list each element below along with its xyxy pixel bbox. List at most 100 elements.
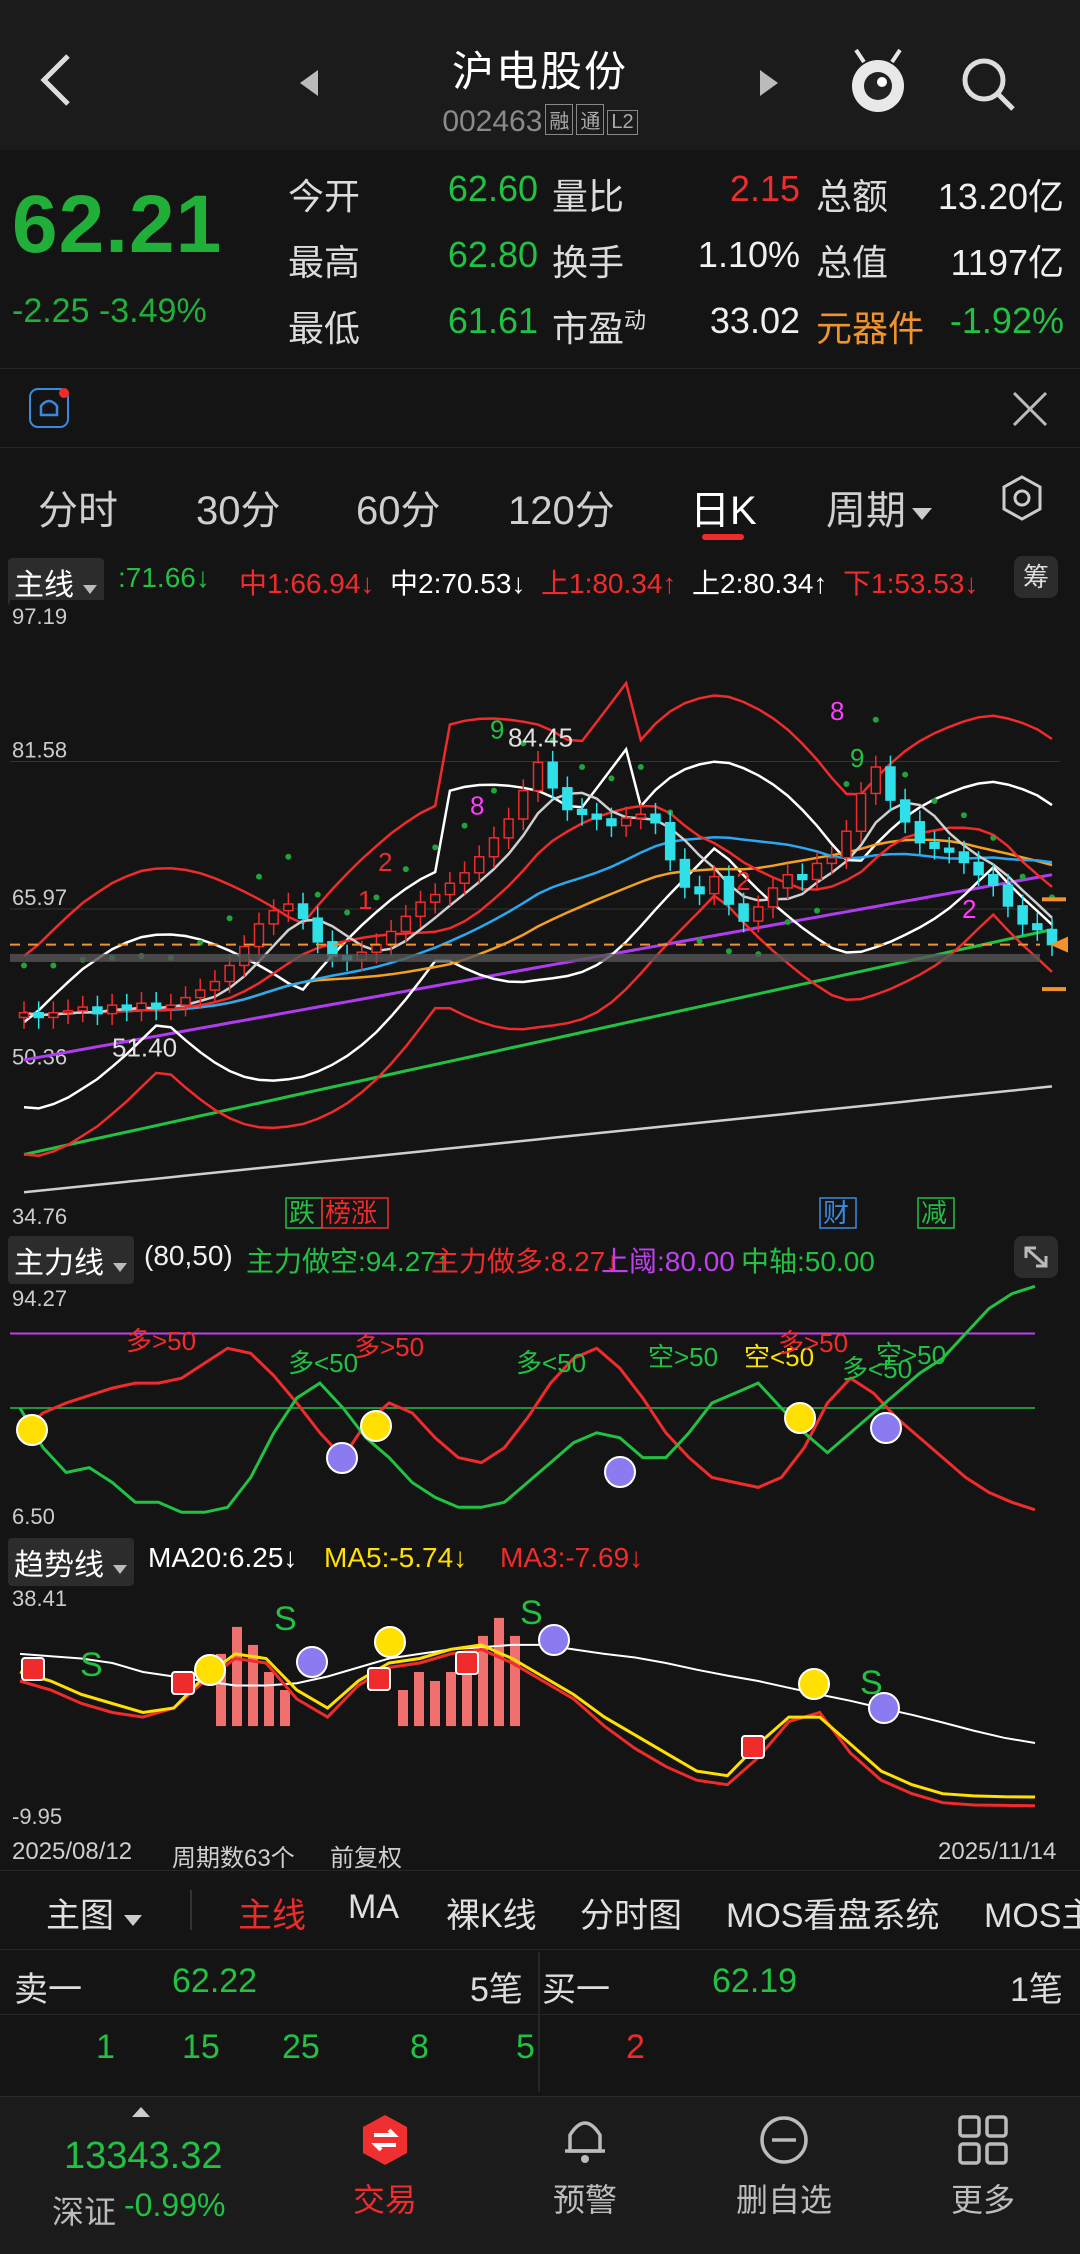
tab-timeshare-chart[interactable]: 分时图 bbox=[580, 1888, 682, 1937]
legend-item: 中轴:50.00 bbox=[741, 1246, 875, 1277]
candle-body bbox=[385, 930, 397, 946]
candle-body bbox=[973, 861, 984, 876]
buy1-price[interactable]: 62.19 bbox=[712, 1962, 797, 2001]
tab-period[interactable]: 周期 bbox=[826, 478, 934, 536]
bell-notice-icon[interactable] bbox=[28, 387, 72, 431]
nav-trade[interactable]: 交易 bbox=[315, 2175, 455, 2221]
trend-bar bbox=[264, 1671, 274, 1727]
candle-body bbox=[899, 799, 911, 823]
last-price: 62.21 bbox=[12, 179, 223, 270]
main-candlestick-chart[interactable]: 97.1981.5865.9750.3634.7684.4551.4012898… bbox=[0, 600, 1080, 1230]
sub1-indicator-selector[interactable]: 主力线 bbox=[8, 1236, 135, 1284]
tab-mos-main[interactable]: MOS主 bbox=[984, 1888, 1080, 1937]
main-chart-dropdown-label: 主图 bbox=[46, 1897, 114, 1935]
sub2-indicator-selector[interactable]: 趋势线 bbox=[8, 1538, 135, 1586]
quote-value: -1.92% bbox=[949, 300, 1064, 341]
y-tick: 38.41 bbox=[12, 1586, 67, 1611]
candle-body bbox=[474, 856, 485, 874]
chip-distribution-button[interactable]: 筹 bbox=[1014, 556, 1058, 598]
candle-body bbox=[532, 761, 544, 792]
trend-chart[interactable]: 38.41-9.95SS SS bbox=[0, 1580, 1080, 1830]
tab-daily-k[interactable]: 日K bbox=[690, 478, 757, 536]
signal-label: 多<50 bbox=[288, 1348, 358, 1378]
quote-value: 62.80 bbox=[447, 234, 538, 275]
nav-alert[interactable]: 预警 bbox=[515, 2175, 655, 2221]
change-pct: -3.49% bbox=[98, 292, 207, 330]
close-icon[interactable] bbox=[1008, 387, 1052, 431]
main-indicator-selector[interactable]: 主线 bbox=[8, 558, 105, 606]
tab-timeshare[interactable]: 分时 bbox=[38, 478, 118, 536]
quote-value: 1197亿 bbox=[950, 242, 1064, 283]
buy-block-icon bbox=[367, 1667, 391, 1691]
sell-signal-label: S bbox=[80, 1646, 103, 1684]
stock-title[interactable]: 沪电股份 bbox=[0, 38, 1080, 99]
candle-body bbox=[1002, 884, 1014, 907]
candle-body bbox=[18, 1011, 30, 1019]
quote-value: 13.20亿 bbox=[937, 176, 1064, 217]
trend-bar bbox=[446, 1671, 456, 1727]
buy1-count: 1笔 bbox=[1010, 1971, 1063, 2009]
buy-block-icon bbox=[21, 1657, 45, 1681]
candle-body bbox=[782, 873, 793, 889]
legend-item: 上2:80.34↑ bbox=[692, 568, 828, 599]
caret-down-icon bbox=[113, 1565, 128, 1574]
nav-remove-favorite[interactable]: 删自选 bbox=[714, 2175, 854, 2221]
trend-bar bbox=[414, 1671, 424, 1727]
sar-dot bbox=[872, 716, 879, 723]
candle-body bbox=[136, 1002, 147, 1011]
search-icon[interactable] bbox=[958, 54, 1018, 114]
tab-naked-k[interactable]: 裸K线 bbox=[446, 1888, 537, 1937]
event-marker: 财 bbox=[823, 1198, 849, 1228]
tab-period-label: 周期 bbox=[826, 489, 906, 533]
nav-more[interactable]: 更多 bbox=[913, 2175, 1053, 2221]
tab-ma[interactable]: MA bbox=[348, 1888, 399, 1927]
settings-hex-icon[interactable] bbox=[998, 474, 1046, 522]
y-tick: 34.76 bbox=[12, 1204, 67, 1229]
tab-mos-system[interactable]: MOS看盘系统 bbox=[726, 1888, 939, 1937]
tab-30min[interactable]: 30分 bbox=[196, 478, 281, 536]
main-chart-dropdown[interactable]: 主图 bbox=[46, 1888, 143, 1937]
stock-code: 002463 bbox=[442, 105, 543, 138]
candle-body bbox=[723, 875, 735, 905]
trade-icon[interactable] bbox=[358, 2113, 412, 2167]
start-date: 2025/08/12 bbox=[12, 1838, 133, 1865]
sar-dot bbox=[1019, 873, 1026, 880]
chart-bg bbox=[10, 600, 1070, 1230]
index-name: 深证 bbox=[52, 2194, 117, 2230]
sell-tick: 1 bbox=[96, 2028, 115, 2066]
y-tick: 94.27 bbox=[12, 1286, 67, 1311]
candle-body bbox=[870, 766, 882, 795]
td-count-label: 8 bbox=[830, 696, 844, 726]
caret-up-icon bbox=[132, 2107, 150, 2117]
candle-body bbox=[576, 808, 588, 816]
remove-favorite-icon[interactable] bbox=[757, 2113, 811, 2167]
trend-bar bbox=[232, 1626, 242, 1727]
more-grid-icon[interactable] bbox=[956, 2113, 1010, 2167]
index-value[interactable]: 13343.32 bbox=[64, 2135, 223, 2178]
caret-down-icon bbox=[113, 1263, 128, 1272]
tab-120min[interactable]: 120分 bbox=[508, 478, 615, 536]
candle-body bbox=[811, 862, 823, 881]
sar-dot bbox=[344, 909, 351, 916]
adjust-mode: 前复权 bbox=[330, 1845, 402, 1872]
expand-icon[interactable] bbox=[1014, 1236, 1058, 1278]
main-indicator-label: 主线 bbox=[14, 569, 74, 602]
candle-body bbox=[48, 1011, 59, 1019]
tag-connect: 通 bbox=[576, 104, 605, 135]
main-force-chart[interactable]: 94.276.50多>50多<50多>50多<50 空>50 空<50多>50多<5… bbox=[0, 1280, 1080, 1530]
short-force-line bbox=[18, 1284, 1036, 1514]
candle-body bbox=[562, 787, 573, 811]
trend-bar bbox=[494, 1617, 504, 1727]
candle-body bbox=[503, 818, 514, 839]
sad-face-icon bbox=[538, 1624, 570, 1656]
tab-60min[interactable]: 60分 bbox=[356, 478, 441, 536]
candle-body bbox=[914, 821, 926, 844]
signal-label: 多>50 bbox=[354, 1332, 424, 1362]
bell-icon[interactable] bbox=[560, 2113, 610, 2167]
y-tick: 81.58 bbox=[12, 738, 67, 763]
sell1-price[interactable]: 62.22 bbox=[172, 1962, 257, 2001]
sell-tick: 25 bbox=[282, 2028, 320, 2066]
tab-main-line[interactable]: 主线 bbox=[238, 1888, 306, 1937]
legend-item: 主力做多:8.27↓ bbox=[431, 1246, 620, 1277]
robot-assistant-icon[interactable] bbox=[846, 46, 910, 116]
